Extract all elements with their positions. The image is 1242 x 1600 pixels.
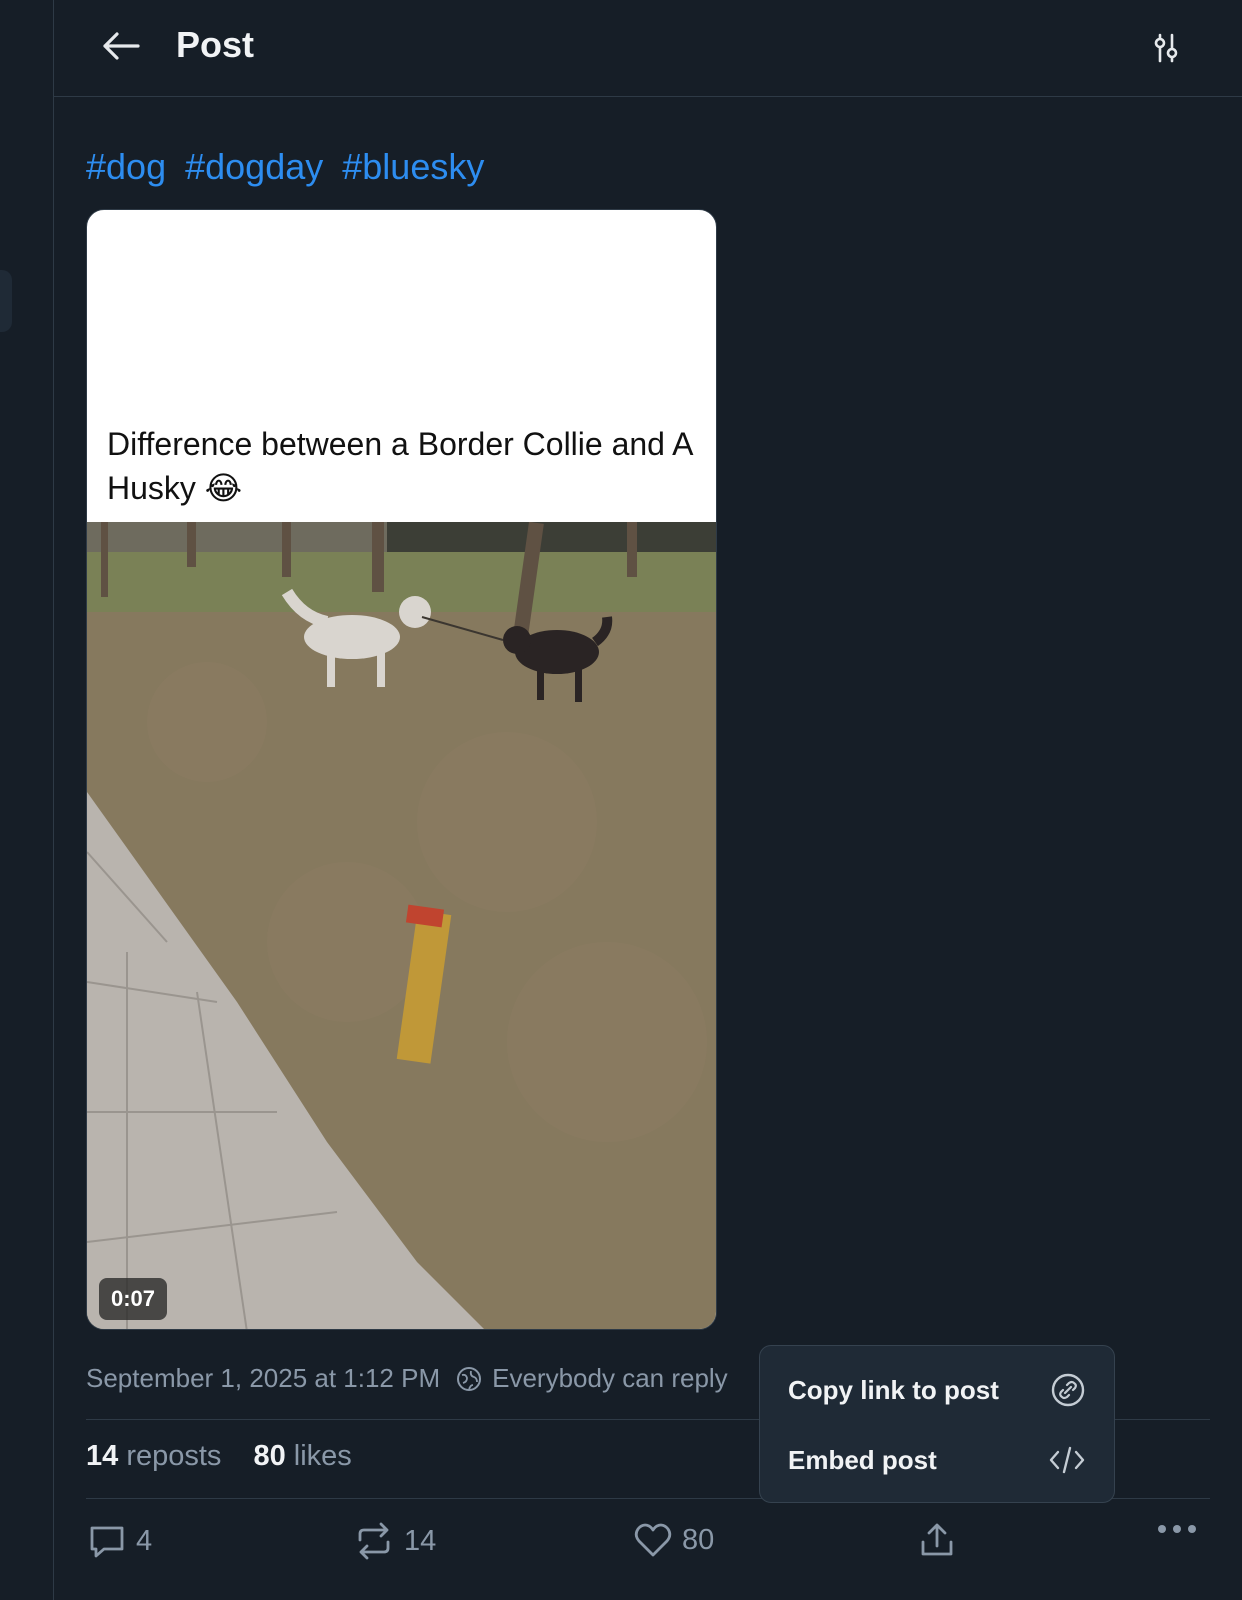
repost-button[interactable]: 14 xyxy=(354,1522,436,1560)
like-count: 80 xyxy=(682,1523,715,1556)
embed-post-menu-item[interactable]: Embed post xyxy=(760,1428,1114,1492)
reposts-count: 14 xyxy=(86,1440,119,1472)
reposts-label: reposts xyxy=(126,1440,222,1472)
likes-stat[interactable]: 80 likes xyxy=(253,1440,351,1473)
page-title: Post xyxy=(176,24,255,65)
sliders-icon xyxy=(1154,33,1178,63)
reply-button[interactable]: 4 xyxy=(88,1522,152,1560)
reply-settings[interactable]: Everybody can reply xyxy=(456,1363,728,1394)
post-hashtags: #dog #dogday #bluesky xyxy=(86,146,493,188)
sidebar-collapsed-item[interactable] xyxy=(0,270,12,332)
thread-settings-button[interactable] xyxy=(1144,26,1188,70)
post-timestamp: September 1, 2025 at 1:12 PM xyxy=(86,1363,441,1393)
back-button[interactable] xyxy=(98,26,142,66)
share-context-menu: Copy link to post Embed post xyxy=(759,1345,1115,1503)
repost-icon xyxy=(358,1522,390,1560)
video-caption: Difference between a Border Collie and A… xyxy=(107,426,692,506)
hashtag-dogday[interactable]: #dogday xyxy=(185,146,323,187)
post-header: Post xyxy=(54,0,1242,97)
share-button[interactable] xyxy=(918,1522,966,1560)
video-duration-badge: 0:07 xyxy=(99,1278,168,1320)
copy-link-label: Copy link to post xyxy=(788,1374,999,1405)
arrow-left-icon xyxy=(103,32,140,60)
share-icon xyxy=(921,1523,953,1556)
like-button[interactable]: 80 xyxy=(634,1522,714,1558)
hashtag-bluesky[interactable]: #bluesky xyxy=(342,146,484,187)
link-icon xyxy=(1051,1373,1085,1407)
likes-count: 80 xyxy=(253,1440,286,1472)
earth-icon xyxy=(457,1366,482,1391)
post-stats: 14 reposts 80 likes xyxy=(86,1440,384,1473)
more-options-button[interactable] xyxy=(1157,1522,1207,1536)
reply-setting-label: Everybody can reply xyxy=(492,1363,728,1393)
comment-icon xyxy=(90,1526,124,1558)
repost-count: 14 xyxy=(404,1524,437,1557)
video-player[interactable]: Difference between a Border Collie and A… xyxy=(86,209,717,1330)
copy-link-menu-item[interactable]: Copy link to post xyxy=(760,1358,1114,1422)
post-meta: September 1, 2025 at 1:12 PM Everybody c… xyxy=(86,1363,728,1394)
code-icon xyxy=(1049,1446,1085,1474)
heart-icon xyxy=(634,1523,672,1557)
ellipsis-icon xyxy=(1158,1525,1196,1533)
reposts-stat[interactable]: 14 reposts xyxy=(86,1440,221,1473)
left-rail xyxy=(0,0,54,1600)
video-frame xyxy=(87,522,716,1329)
hashtag-dog[interactable]: #dog xyxy=(86,146,166,187)
reply-count: 4 xyxy=(136,1524,153,1557)
embed-post-label: Embed post xyxy=(788,1444,937,1475)
likes-label: likes xyxy=(293,1440,352,1472)
